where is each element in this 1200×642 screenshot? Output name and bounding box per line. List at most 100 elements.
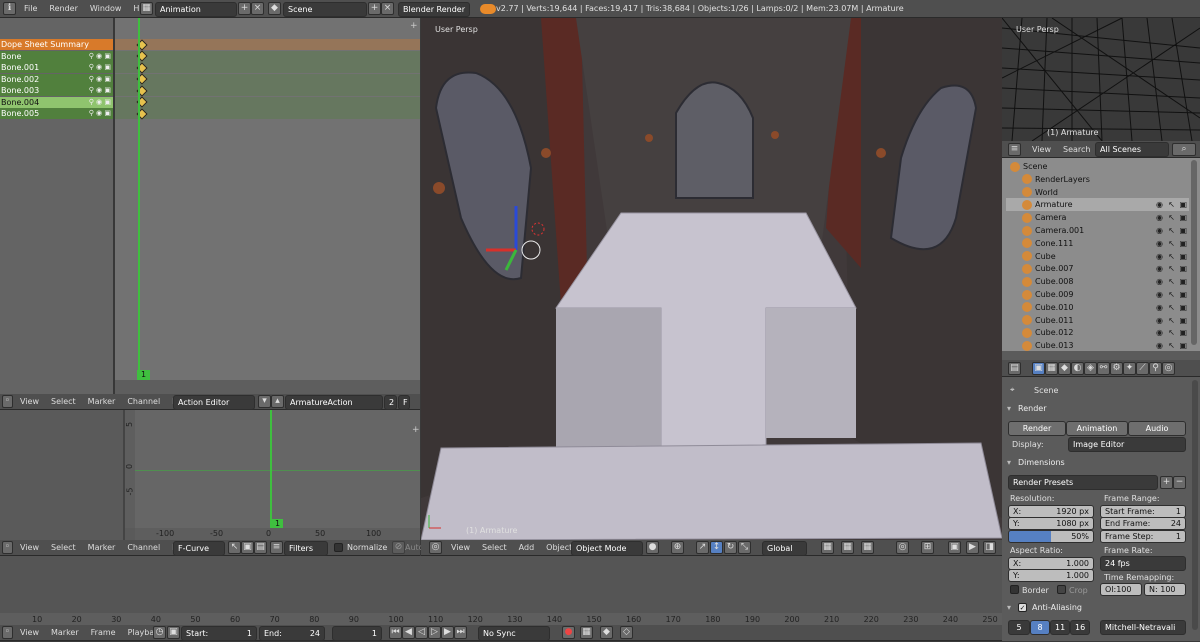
aa-samples-5[interactable]: 5 [1008,620,1030,635]
snap-icon[interactable]: ⊞ [921,541,934,554]
channel-row[interactable]: Bone.005 ⚲ ◉ ▣ [0,108,113,119]
remove-preset-icon[interactable]: − [1173,476,1186,489]
frame-rate-select[interactable]: 24 fps [1100,556,1186,571]
aa-samples-11[interactable]: 11 [1050,620,1070,635]
current-frame-field[interactable]: 1 [332,626,382,641]
outliner-search-icon[interactable]: ⌕ [1172,143,1196,156]
crop-checkbox[interactable] [1057,585,1066,594]
menu-window[interactable]: Window [84,0,128,18]
filter-icon[interactable]: ≡ [270,541,283,554]
bone-tab-icon[interactable]: ⟋ [1136,362,1149,375]
end-frame-field[interactable]: End: 24 [259,626,325,641]
lock-icon[interactable]: ▣ [241,541,254,554]
insert-key-icon[interactable]: ◆ [600,626,613,639]
cursor-icon[interactable]: ↖ [228,541,241,554]
mode-select[interactable]: Action Editor [173,395,255,410]
manipulator-icon[interactable]: ↗ [696,541,709,554]
keying-set-icon[interactable]: ▦ [580,626,593,639]
ds-menu-view[interactable]: View [14,393,45,411]
dopesheet-area[interactable]: Dope Sheet Summary Bone ⚲ ◉ ▣ Bone.001 ⚲ ◉ ▣… [0,18,420,409]
constraints-tab-icon[interactable]: ⚯ [1097,362,1110,375]
visibility-eye-icon[interactable]: ◉ [1156,224,1163,237]
scene-select[interactable]: Scene [283,2,367,17]
fake-user-button[interactable]: F [398,395,410,410]
object-mode-select[interactable]: Object Mode [571,541,643,556]
ge-menu-channel[interactable]: Channel [121,539,166,557]
channel-row[interactable]: Bone.001 ⚲ ◉ ▣ [0,62,113,73]
keyframe-row[interactable] [115,73,420,85]
dopesheet-summary-row[interactable]: Dope Sheet Summary [0,39,113,50]
layers-grid-2-icon[interactable]: ▦ [861,541,874,554]
graph-mode-select[interactable]: F-Curve [173,541,225,556]
timeline-area[interactable] [0,556,1002,613]
channel-toggle-icons[interactable]: ⚲ ◉ ▣ [89,108,111,119]
camera-render-icon[interactable]: ▶ [966,541,979,554]
outliner-item[interactable]: World [1006,186,1189,199]
shading-icon[interactable]: ● [646,541,659,554]
renderability-camera-icon[interactable]: ▣ [1179,211,1187,224]
channel-toggle-icons[interactable]: ⚲ ◉ ▣ [89,51,111,62]
data-tab-icon[interactable]: ✦ [1123,362,1136,375]
lock-frame-icon[interactable]: ▣ [167,626,180,639]
selectability-arrow-icon[interactable]: ↖ [1168,237,1175,250]
info-editor-icon[interactable]: ℹ [3,2,16,15]
outliner-item[interactable]: Cube.008 ◉ ↖ ▣ [1006,275,1189,288]
3d-viewport[interactable]: User Persp (1) Armature [421,18,1002,540]
channel-toggle-icons[interactable]: ⚲ ◉ ▣ [89,74,111,85]
anti-aliasing-checkbox[interactable]: ✓ [1018,603,1027,612]
renderability-camera-icon[interactable]: ▣ [1179,237,1187,250]
selectability-arrow-icon[interactable]: ↖ [1168,314,1175,327]
tl-menu-marker[interactable]: Marker [45,624,85,642]
prev-key-icon[interactable]: ◀ [402,626,415,639]
aa-filter-select[interactable]: Mitchell-Netravali [1100,620,1186,635]
ge-menu-view[interactable]: View [14,539,45,557]
outliner-item[interactable]: Camera ◉ ↖ ▣ [1006,211,1189,224]
opengl-render-icon[interactable]: ◨ [983,541,996,554]
vp-menu-add[interactable]: Add [513,539,541,557]
display-select[interactable]: Image Editor [1068,437,1186,452]
rotate-icon[interactable]: ↻ [724,541,737,554]
visibility-eye-icon[interactable]: ◉ [1156,250,1163,263]
physics-tab-icon[interactable]: ◎ [1162,362,1175,375]
selectability-arrow-icon[interactable]: ↖ [1168,275,1175,288]
channel-row[interactable]: Bone.003 ⚲ ◉ ▣ [0,85,113,96]
tl-menu-view[interactable]: View [14,624,45,642]
channel-toggle-icons[interactable]: ⚲ ◉ ▣ [89,85,111,96]
frame-step-prop[interactable]: Frame Step: 1 [1100,530,1186,543]
keyframe-row[interactable] [115,108,420,119]
outliner-item[interactable]: Scene [1006,160,1189,173]
render-button[interactable]: Render [1008,421,1066,436]
pivot-icon[interactable]: ⊕ [671,541,684,554]
animation-button[interactable]: Animation [1066,421,1128,436]
channel-toggle-icons[interactable]: ⚲ ◉ ▣ [89,62,111,73]
vp-menu-view[interactable]: View [445,539,476,557]
translate-icon[interactable]: ↕ [710,541,723,554]
graph-expand-icon[interactable]: + [412,426,420,435]
visibility-eye-icon[interactable]: ◉ [1156,288,1163,301]
add-preset-icon[interactable]: + [1160,476,1173,489]
vp-menu-select[interactable]: Select [476,539,513,557]
graph-current-frame[interactable]: 1 [272,519,283,528]
frame-ruler[interactable] [115,380,420,394]
selectability-arrow-icon[interactable]: ↖ [1168,224,1175,237]
renderability-camera-icon[interactable]: ▣ [1179,326,1187,339]
jump-end-icon[interactable]: ⏭ [454,626,467,639]
ge-menu-select[interactable]: Select [45,539,82,557]
play-icon[interactable]: ▷ [428,626,441,639]
graph-playhead[interactable] [270,410,272,528]
aa-samples-16[interactable]: 16 [1070,620,1090,635]
normalize-checkbox[interactable] [334,543,343,552]
record-icon[interactable]: ● [562,626,575,639]
outliner-item[interactable]: Cube.009 ◉ ↖ ▣ [1006,288,1189,301]
audio-button[interactable]: Audio [1128,421,1186,436]
channel-row[interactable]: Bone.004 ⚲ ◉ ▣ [0,96,113,108]
outliner-item[interactable]: Cone.111 ◉ ↖ ▣ [1006,237,1189,250]
outliner-item[interactable]: Camera.001 ◉ ↖ ▣ [1006,224,1189,237]
ge-menu-marker[interactable]: Marker [82,539,122,557]
jump-start-icon[interactable]: ⏮ [389,626,402,639]
orientation-select[interactable]: Global [762,541,807,556]
viewport-editor-type-icon[interactable]: ◎ [429,541,442,554]
renderability-camera-icon[interactable]: ▣ [1179,262,1187,275]
border-checkbox[interactable] [1010,585,1019,594]
selectability-arrow-icon[interactable]: ↖ [1168,301,1175,314]
